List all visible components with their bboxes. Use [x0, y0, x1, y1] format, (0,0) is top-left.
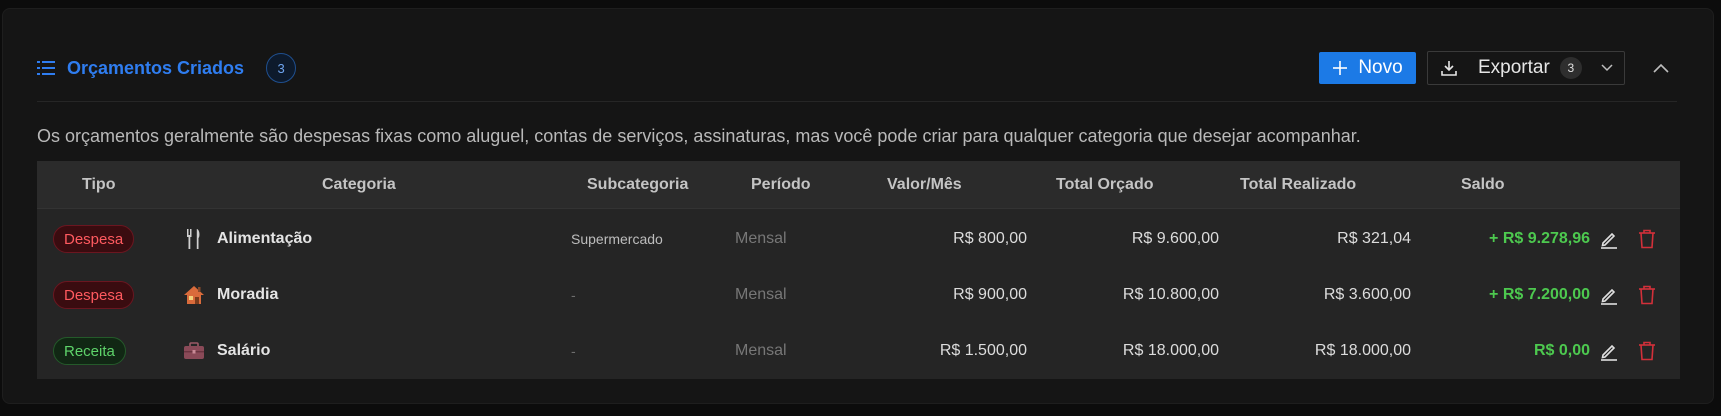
fork-knife-icon — [183, 228, 205, 250]
delete-icon[interactable] — [1635, 283, 1659, 307]
period: Mensal — [735, 230, 787, 247]
plus-icon — [1332, 60, 1348, 76]
balance: + R$ 9.278,96 — [1489, 230, 1590, 247]
export-count-badge: 3 — [1559, 57, 1582, 79]
period: Mensal — [735, 342, 787, 359]
column-header-periodo: Período — [751, 176, 811, 193]
edit-icon[interactable] — [1597, 339, 1621, 363]
table-row: Despesa Alimentação Supermercado Mensal … — [37, 211, 1680, 267]
column-header-categoria: Categoria — [322, 176, 396, 193]
export-button[interactable]: Exportar 3 — [1427, 51, 1625, 85]
column-header-saldo: Saldo — [1461, 176, 1505, 193]
category-name: Salário — [217, 342, 271, 359]
chevron-down-icon — [1600, 63, 1614, 73]
page-title: Orçamentos Criados — [67, 57, 245, 78]
monthly-value: R$ 800,00 — [953, 230, 1027, 247]
count-badge: 3 — [266, 53, 297, 83]
budgets-table: Tipo Categoria Subcategoria Período Valo… — [37, 161, 1680, 379]
description-text: Os orçamentos geralmente são despesas fi… — [37, 126, 1361, 146]
export-button-label: Exportar — [1478, 57, 1550, 78]
category-name: Alimentação — [217, 230, 313, 247]
card-header: Orçamentos Criados 3 Novo Exportar 3 — [37, 47, 1677, 89]
table-header: Tipo Categoria Subcategoria Período Valo… — [37, 161, 1680, 209]
new-budget-button[interactable]: Novo — [1319, 52, 1416, 84]
delete-icon[interactable] — [1635, 227, 1659, 251]
type-badge: Receita — [53, 337, 126, 365]
new-button-label: Novo — [1358, 57, 1403, 78]
delete-icon[interactable] — [1635, 339, 1659, 363]
category-name: Moradia — [217, 286, 279, 303]
balance: R$ 0,00 — [1533, 342, 1590, 359]
house-icon — [183, 284, 205, 306]
list-icon — [37, 58, 57, 78]
edit-icon[interactable] — [1597, 283, 1621, 307]
period: Mensal — [735, 286, 787, 303]
table-row: Receita Salário - Mensal R$ 1.500,00 R$ … — [37, 323, 1680, 379]
total-budgeted: R$ 9.600,00 — [1131, 230, 1219, 247]
subcategory: - — [571, 287, 576, 303]
type-badge: Despesa — [53, 225, 135, 253]
total-budgeted: R$ 10.800,00 — [1122, 286, 1219, 303]
header-divider — [37, 101, 1677, 102]
subcategory: Supermercado — [571, 231, 663, 247]
column-header-subcategoria: Subcategoria — [587, 176, 689, 193]
column-header-total-realizado: Total Realizado — [1240, 176, 1357, 193]
column-header-tipo: Tipo — [82, 176, 116, 193]
monthly-value: R$ 900,00 — [953, 286, 1027, 303]
download-icon — [1440, 59, 1458, 77]
balance: + R$ 7.200,00 — [1489, 286, 1590, 303]
column-header-valor-mes: Valor/Mês — [887, 176, 962, 193]
briefcase-icon — [183, 340, 205, 362]
total-budgeted: R$ 18.000,00 — [1122, 342, 1219, 359]
subcategory: - — [571, 343, 576, 359]
table-row: Despesa Moradia - Mensal R$ 900,00 R$ 10… — [37, 267, 1680, 323]
column-header-total-orcado: Total Orçado — [1056, 176, 1154, 193]
collapse-button[interactable] — [1645, 52, 1677, 84]
budgets-card: Orçamentos Criados 3 Novo Exportar 3 Os … — [2, 8, 1714, 404]
type-badge: Despesa — [53, 281, 135, 309]
monthly-value: R$ 1.500,00 — [939, 342, 1027, 359]
edit-icon[interactable] — [1597, 227, 1621, 251]
chevron-up-icon — [1652, 62, 1670, 74]
